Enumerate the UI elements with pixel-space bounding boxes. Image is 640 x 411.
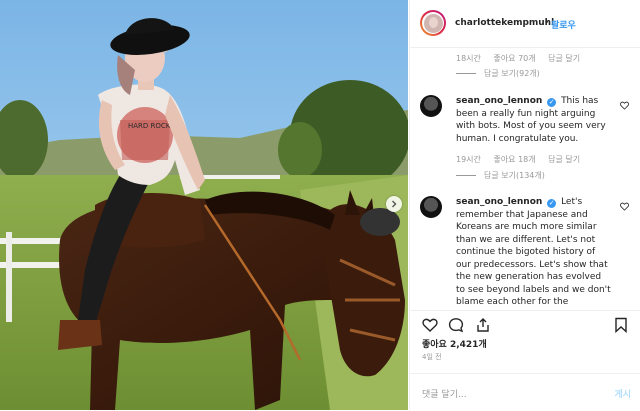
heart-icon[interactable]	[620, 101, 629, 110]
verified-badge-icon: ✓	[547, 199, 557, 208]
photo-scene: HARD ROCK	[0, 0, 408, 410]
follow-button[interactable]: 팔로우	[551, 18, 576, 31]
comment-input[interactable]: 댓글 달기...	[422, 387, 467, 400]
post-comment-button[interactable]: 게시	[614, 387, 631, 400]
comment-time: 18시간	[456, 54, 481, 63]
reply-button[interactable]: 답글 달기	[548, 54, 580, 63]
reply-button[interactable]: 답글 달기	[548, 155, 580, 164]
commenter-avatar[interactable]	[420, 95, 442, 117]
replies-dash	[456, 175, 476, 176]
view-replies-label: 답글 보기(134개)	[484, 171, 545, 180]
avatar[interactable]	[420, 10, 446, 36]
shirt-text: HARD ROCK	[128, 122, 171, 130]
replies-dash	[456, 73, 476, 74]
heart-icon[interactable]	[422, 317, 438, 333]
comment-body: sean_ono_lennon ✓ This has been a really…	[456, 95, 611, 145]
post-photo[interactable]: HARD ROCK	[0, 0, 408, 410]
post-username[interactable]: charlottekempmuhl	[455, 18, 554, 28]
comment-body: sean_ono_lennon ✓ Let's remember that Ja…	[456, 196, 611, 309]
likes-count[interactable]: 좋아요 2,421개	[422, 337, 487, 350]
heart-icon[interactable]	[620, 202, 629, 211]
avatar-image	[423, 13, 443, 33]
commenter-avatar[interactable]	[420, 196, 442, 218]
comment-meta: 19시간 좋아요 18개 답글 달기	[456, 154, 590, 165]
view-replies-button[interactable]: 답글 보기(134개)	[456, 170, 545, 181]
add-comment-bar: 댓글 달기... 게시	[410, 373, 640, 411]
next-photo-button[interactable]	[386, 196, 402, 212]
comment-time: 19시간	[456, 155, 481, 164]
post-header: charlottekempmuhl • 팔로우	[410, 0, 640, 48]
comments-list[interactable]: 18시간 좋아요 70개 답글 달기 답글 보기(92개) sean_ono_l…	[410, 48, 640, 310]
share-icon[interactable]	[475, 317, 491, 333]
bookmark-icon[interactable]	[614, 317, 628, 333]
comment-text: Let's remember that Japanese and Koreans…	[456, 197, 611, 307]
comment-likes[interactable]: 좋아요 70개	[493, 54, 535, 63]
post-date[interactable]: 4일 전	[422, 352, 442, 362]
commenter-username[interactable]: sean_ono_lennon	[456, 197, 542, 207]
view-replies-button[interactable]: 답글 보기(92개)	[456, 68, 540, 79]
verified-badge-icon: ✓	[547, 98, 557, 107]
post-actions	[410, 310, 640, 339]
comment-meta: 18시간 좋아요 70개 답글 달기	[456, 53, 590, 64]
comment-icon[interactable]	[448, 317, 464, 333]
comment-likes[interactable]: 좋아요 18개	[493, 155, 535, 164]
view-replies-label: 답글 보기(92개)	[484, 69, 540, 78]
commenter-username[interactable]: sean_ono_lennon	[456, 96, 542, 106]
separator-dot: •	[544, 18, 550, 28]
chevron-right-icon	[392, 200, 397, 208]
post-side-panel: charlottekempmuhl • 팔로우 18시간 좋아요 70개 답글 …	[409, 0, 640, 410]
